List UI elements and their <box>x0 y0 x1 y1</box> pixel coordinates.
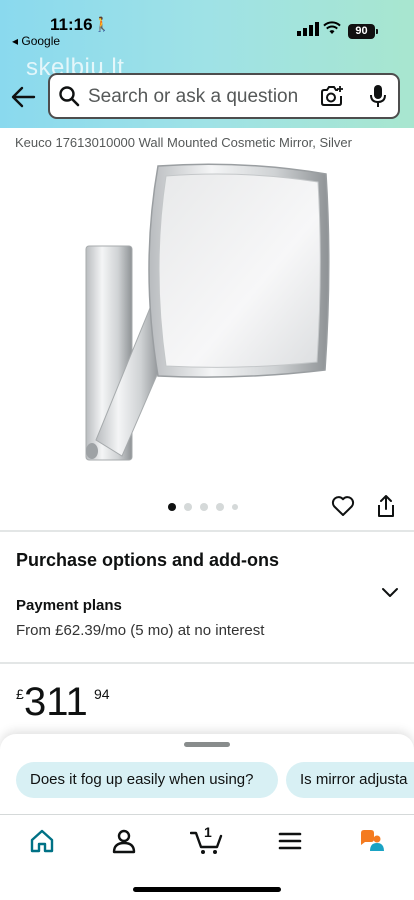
camera-icon[interactable] <box>320 85 344 107</box>
cart-count: 1 <box>204 824 212 840</box>
price-whole: 311 <box>24 680 88 724</box>
menu-icon[interactable] <box>276 827 304 855</box>
payment-plans-detail: From £62.39/mo (5 mo) at no interest <box>16 622 265 639</box>
purchase-options-heading: Purchase options and add-ons <box>16 550 280 570</box>
rufus-assistant-icon[interactable] <box>358 827 386 855</box>
suggestion-chip[interactable]: Is mirror adjusta <box>286 762 414 798</box>
search-placeholder: Search or ask a question <box>88 86 299 107</box>
status-time: 11:16 <box>50 15 93 34</box>
home-icon[interactable] <box>28 827 56 855</box>
person-icon: 🚶 <box>93 16 111 32</box>
divider <box>0 662 414 664</box>
bottom-tab-bar: 1 <box>0 814 414 900</box>
carousel-dot[interactable] <box>184 503 192 511</box>
payment-plans-label[interactable]: Payment plans <box>16 597 122 614</box>
search-icon <box>59 86 80 107</box>
price-currency-symbol: £ <box>16 686 24 702</box>
signal-icon <box>297 22 319 36</box>
search-input[interactable]: Search or ask a question <box>48 73 400 119</box>
product-image[interactable] <box>70 158 350 468</box>
carousel-dot[interactable] <box>232 504 238 510</box>
carousel-dot[interactable] <box>200 503 208 511</box>
heart-icon[interactable] <box>331 495 355 517</box>
image-carousel-dots[interactable] <box>168 503 238 511</box>
product-title[interactable]: Keuco 17613010000 Wall Mounted Cosmetic … <box>15 135 352 150</box>
header: 11:16 🚶 ◂ Google 90 skelbiu.lt Search or… <box>0 0 414 128</box>
carousel-dot[interactable] <box>216 503 224 511</box>
wifi-icon <box>323 21 341 34</box>
microphone-icon[interactable] <box>368 84 388 108</box>
back-to-app-link[interactable]: ◂ Google <box>12 34 60 48</box>
chevron-down-icon[interactable] <box>380 586 400 600</box>
suggestion-chip[interactable]: Does it fog up easily when using? <box>16 762 278 798</box>
home-indicator <box>133 887 281 892</box>
divider <box>0 530 414 532</box>
carousel-dot[interactable] <box>168 503 176 511</box>
share-icon[interactable] <box>375 494 397 518</box>
battery-tip <box>376 29 378 34</box>
sheet-grabber[interactable] <box>184 742 230 747</box>
back-arrow-icon[interactable] <box>10 84 36 110</box>
account-icon[interactable] <box>110 827 138 855</box>
price-fraction: 94 <box>94 686 110 702</box>
battery-indicator: 90 <box>348 24 375 39</box>
